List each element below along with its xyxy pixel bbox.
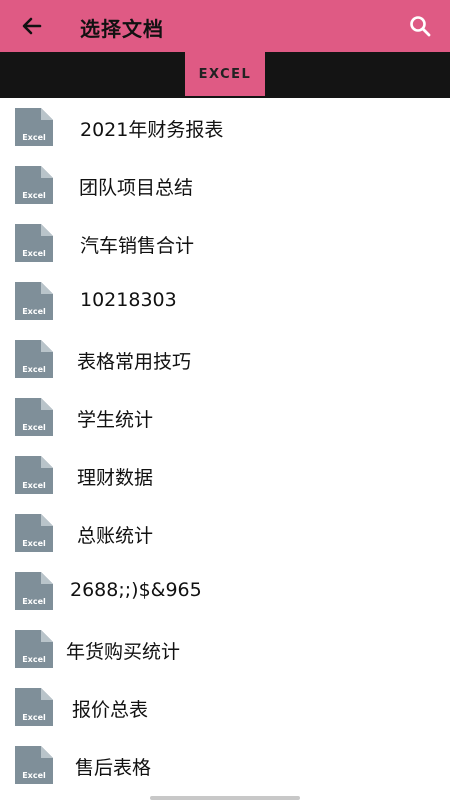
file-name: 表格常用技巧: [77, 351, 192, 373]
excel-file-icon: Excel: [15, 630, 53, 668]
file-type-badge: Excel: [22, 481, 46, 490]
excel-file-icon: Excel: [15, 514, 53, 552]
file-type-badge: Excel: [22, 365, 46, 374]
excel-file-icon: Excel: [15, 282, 53, 320]
file-row[interactable]: Excel 学生统计: [0, 388, 450, 446]
file-name: 2021年财务报表: [80, 119, 224, 141]
excel-file-icon: Excel: [15, 166, 53, 204]
file-type-badge: Excel: [22, 133, 46, 142]
file-name: 年货购买统计: [66, 641, 181, 663]
file-type-badge: Excel: [22, 713, 46, 722]
search-button[interactable]: [404, 10, 436, 42]
excel-file-icon: Excel: [15, 572, 53, 610]
search-icon: [410, 16, 431, 37]
file-type-badge: Excel: [22, 539, 46, 548]
file-row[interactable]: Excel 售后表格: [0, 736, 450, 794]
file-name: 汽车销售合计: [80, 235, 195, 257]
file-row[interactable]: Excel 理财数据: [0, 446, 450, 504]
back-button[interactable]: [16, 10, 48, 42]
page-title: 选择文档: [80, 17, 164, 41]
app-bar: 选择文档: [0, 0, 450, 52]
file-type-badge: Excel: [22, 423, 46, 432]
file-type-badge: Excel: [22, 655, 46, 664]
file-name: 售后表格: [75, 757, 152, 779]
tab-bar: EXCEL: [0, 52, 450, 98]
file-list: Excel 2021年财务报表 Excel 团队项目总结 Excel 汽车销售合…: [0, 98, 450, 794]
excel-file-icon: Excel: [15, 398, 53, 436]
file-name: 报价总表: [72, 699, 149, 721]
file-row[interactable]: Excel 汽车销售合计: [0, 214, 450, 272]
file-row[interactable]: Excel 总账统计: [0, 504, 450, 562]
excel-file-icon: Excel: [15, 108, 53, 146]
file-name: 2688;;)$&965: [70, 579, 202, 601]
tab-excel[interactable]: EXCEL: [185, 52, 265, 96]
file-type-badge: Excel: [22, 771, 46, 780]
file-type-badge: Excel: [22, 191, 46, 200]
file-name: 总账统计: [77, 525, 154, 547]
file-row[interactable]: Excel 2021年财务报表: [0, 98, 450, 156]
excel-file-icon: Excel: [15, 688, 53, 726]
file-row[interactable]: Excel 2688;;)$&965: [0, 562, 450, 620]
file-name: 学生统计: [77, 409, 154, 431]
home-indicator[interactable]: [150, 796, 300, 800]
file-type-badge: Excel: [22, 307, 46, 316]
excel-file-icon: Excel: [15, 224, 53, 262]
file-name: 团队项目总结: [79, 177, 194, 199]
file-row[interactable]: Excel 年货购买统计: [0, 620, 450, 678]
file-name: 理财数据: [77, 467, 154, 489]
file-row[interactable]: Excel 表格常用技巧: [0, 330, 450, 388]
file-type-badge: Excel: [22, 249, 46, 258]
file-row[interactable]: Excel 10218303: [0, 272, 450, 330]
file-row[interactable]: Excel 报价总表: [0, 678, 450, 736]
arrow-left-icon: [22, 17, 42, 35]
excel-file-icon: Excel: [15, 340, 53, 378]
file-name: 10218303: [80, 289, 177, 311]
file-row[interactable]: Excel 团队项目总结: [0, 156, 450, 214]
excel-file-icon: Excel: [15, 746, 53, 784]
excel-file-icon: Excel: [15, 456, 53, 494]
file-type-badge: Excel: [22, 597, 46, 606]
